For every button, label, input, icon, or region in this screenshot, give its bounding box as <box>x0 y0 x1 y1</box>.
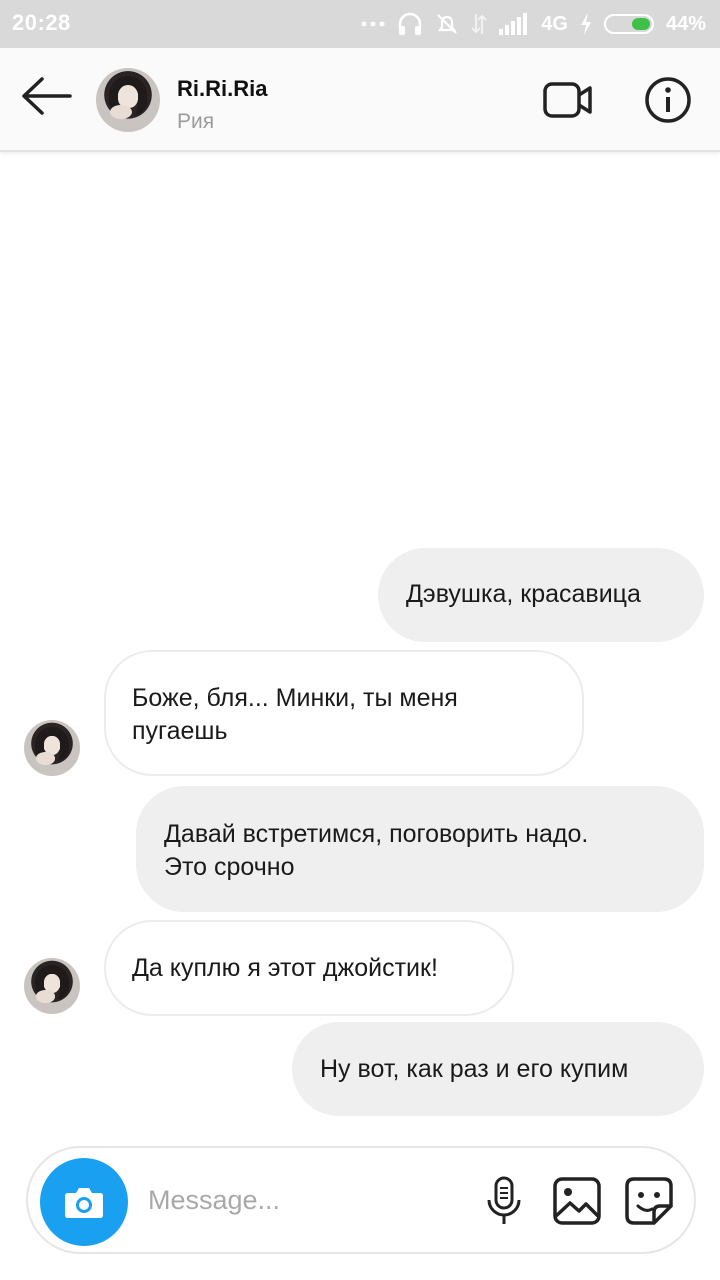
more-dots-icon <box>361 20 385 28</box>
microphone-button[interactable] <box>484 1176 524 1231</box>
camera-button[interactable] <box>40 1158 128 1246</box>
message-bubble-outgoing[interactable]: Ну вот, как раз и его купим <box>292 1022 704 1116</box>
message-text-line: пугаешь <box>132 717 228 745</box>
avatar[interactable] <box>96 68 160 132</box>
gallery-icon <box>553 1177 601 1225</box>
battery-icon <box>603 14 654 34</box>
gallery-button[interactable] <box>552 1176 602 1231</box>
chat-header: Ri.Ri.Ria Рия <box>0 48 720 152</box>
video-call-button[interactable] <box>542 78 594 122</box>
message-bubble-incoming[interactable]: Боже, бля... Минки, ты меня пугаешь <box>104 650 584 776</box>
status-bar: 20:28 4G 44% <box>0 0 720 48</box>
back-arrow-icon <box>22 77 72 115</box>
message-bubble-outgoing[interactable]: Давай встретимся, поговорить надо. Это с… <box>136 786 704 912</box>
status-time: 20:28 <box>12 10 71 35</box>
sender-avatar[interactable] <box>24 720 80 776</box>
message-text-line: Это срочно <box>164 853 295 881</box>
signal-icon <box>499 13 529 35</box>
back-button[interactable] <box>20 74 74 118</box>
network-type: 4G <box>541 12 568 35</box>
charging-icon <box>580 13 592 35</box>
video-call-icon <box>543 82 592 118</box>
battery-fill <box>631 18 650 30</box>
data-transfer-icon <box>471 12 487 36</box>
message-text: Ну вот, как раз и его купим <box>320 1055 629 1083</box>
message-text-line: Давай встретимся, поговорить надо. <box>164 820 589 848</box>
battery-percent: 44% <box>665 12 706 35</box>
info-button[interactable] <box>644 76 692 124</box>
message-bubble-incoming[interactable]: Да куплю я этот джойстик! <box>104 920 514 1016</box>
sticker-button[interactable] <box>624 1176 674 1231</box>
sender-avatar[interactable] <box>24 958 80 1014</box>
message-input[interactable] <box>148 1178 458 1222</box>
chat-username[interactable]: Ri.Ri.Ria <box>177 76 267 102</box>
message-text: Дэвушка, красавица <box>406 580 641 608</box>
message-text: Да куплю я этот джойстик! <box>132 954 438 982</box>
message-composer <box>26 1146 696 1254</box>
bell-off-icon <box>435 12 459 36</box>
headphones-icon <box>397 12 423 36</box>
sticker-icon <box>625 1177 673 1225</box>
message-text-line: Боже, бля... Минки, ты меня <box>132 684 458 712</box>
camera-icon <box>65 1188 103 1218</box>
microphone-icon <box>487 1176 521 1224</box>
message-bubble-outgoing[interactable]: Дэвушка, красавица <box>378 548 704 642</box>
status-icons: 4G 44% <box>361 10 706 38</box>
info-icon <box>645 77 691 123</box>
chat-subname: Рия <box>177 110 215 133</box>
